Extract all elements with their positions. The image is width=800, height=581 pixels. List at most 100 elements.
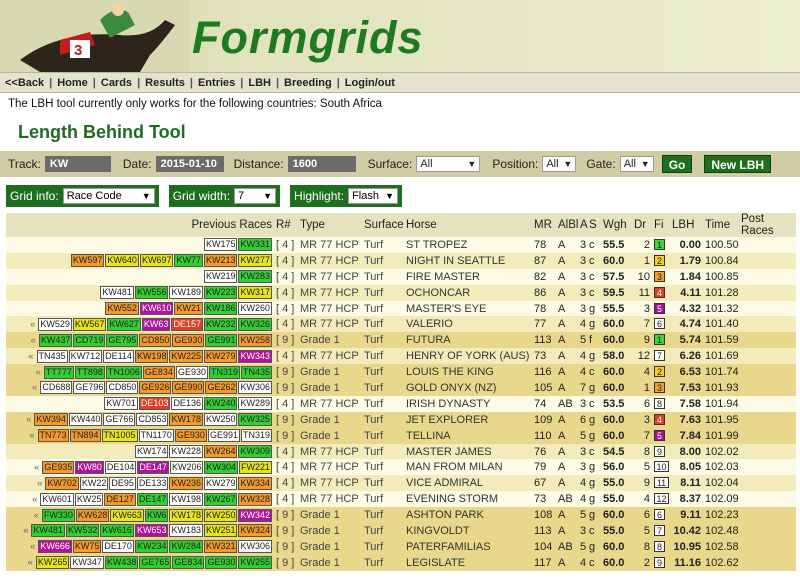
race-code-chip[interactable]: KW697 bbox=[139, 254, 174, 268]
table-row[interactable]: «FW330 KW628 KW663 KW6 KW178 KW250 KW342[ 9 ] G… bbox=[6, 507, 796, 524]
race-code-chip[interactable]: KW277 bbox=[238, 254, 272, 268]
table-row[interactable]: «TN773 TN894 TN1005 TN1170 GE930 GE991 TN319[ … bbox=[6, 427, 796, 444]
table-row[interactable]: «KW265 KW347 KW438 GE765 GE834 GE930 KW255[ 9 … bbox=[6, 554, 796, 571]
race-code-chip[interactable]: KW653 bbox=[134, 524, 169, 538]
race-code-chip[interactable]: GE765 bbox=[139, 556, 172, 570]
race-code-chip[interactable]: TT777 bbox=[43, 365, 74, 379]
race-code-chip[interactable]: KW627 bbox=[107, 317, 141, 331]
race-code-chip[interactable]: KW213 bbox=[203, 254, 238, 268]
horse-name[interactable]: ST TROPEZ bbox=[404, 237, 532, 253]
horse-name[interactable]: LEGISLATE bbox=[404, 554, 532, 571]
horse-name[interactable]: HENRY OF YORK (AUS) bbox=[404, 348, 532, 365]
more-races-icon[interactable]: « bbox=[29, 430, 34, 441]
race-code-chip[interactable]: DE114 bbox=[103, 349, 134, 363]
race-code-chip[interactable]: KW321 bbox=[203, 540, 238, 554]
column-header[interactable]: Surface bbox=[362, 213, 404, 237]
table-row[interactable]: «TT777 TT898 TN1006 GE834 GE930 TN319 TN435[ 9… bbox=[6, 364, 796, 381]
more-races-icon[interactable]: « bbox=[23, 525, 28, 536]
race-code-chip[interactable]: KW186 bbox=[203, 302, 238, 315]
table-row[interactable]: KW174 KW228 KW264 KW309[ 4 ] MR 77 HCP Turf MA… bbox=[6, 443, 796, 460]
race-code-chip[interactable]: TT898 bbox=[74, 365, 105, 379]
horse-name[interactable]: MASTER'S EYE bbox=[404, 300, 532, 317]
table-row[interactable]: KW175 KW331[ 4 ] MR 77 HCP Turf ST TROPEZ 78 A… bbox=[6, 237, 796, 253]
column-header[interactable]: Type bbox=[298, 213, 362, 237]
race-code-chip[interactable]: CD688 bbox=[40, 381, 73, 395]
race-code-chip[interactable]: KW567 bbox=[72, 317, 107, 331]
race-code-chip[interactable]: KW236 bbox=[169, 476, 203, 490]
more-races-icon[interactable]: « bbox=[28, 351, 33, 362]
table-row[interactable]: KW552 KW610 KW21 KW186 KW260[ 4 ] MR 77 HCP Tu… bbox=[6, 300, 796, 317]
table-row[interactable]: KW219 KW283[ 4 ] MR 77 HCP Turf FIRE MASTER 8… bbox=[6, 268, 796, 285]
table-row[interactable]: KW597 KW640 KW697 KW77 KW213 KW277[ 4 ] MR 77 … bbox=[6, 252, 796, 269]
column-header[interactable]: Horse bbox=[404, 213, 532, 237]
race-code-chip[interactable]: KW326 bbox=[238, 317, 272, 331]
column-header[interactable]: Previous Races bbox=[6, 213, 274, 237]
race-code-chip[interactable]: KW324 bbox=[238, 524, 272, 538]
race-code-chip[interactable]: KW394 bbox=[34, 413, 68, 427]
column-header[interactable]: Wgh bbox=[601, 213, 632, 237]
column-header[interactable]: Fi bbox=[652, 213, 670, 237]
column-header[interactable]: Post Races bbox=[739, 213, 796, 237]
race-code-chip[interactable]: KW616 bbox=[100, 524, 134, 538]
race-code-chip[interactable]: KW610 bbox=[139, 302, 174, 315]
table-row[interactable]: «CD688 GE796 CD850 GE926 GE990 GE262 KW306[ 9 … bbox=[6, 380, 796, 396]
race-code-chip[interactable]: DE95 bbox=[109, 476, 136, 490]
more-races-icon[interactable]: « bbox=[28, 557, 33, 568]
race-code-chip[interactable]: KW284 bbox=[169, 540, 203, 554]
race-code-chip[interactable]: GE926 bbox=[139, 381, 172, 395]
race-code-chip[interactable]: TN435 bbox=[36, 349, 68, 363]
race-code-chip[interactable]: KW250 bbox=[203, 508, 238, 522]
race-code-chip[interactable]: KW178 bbox=[169, 413, 203, 427]
horse-name[interactable]: VALERIO bbox=[404, 316, 532, 333]
race-code-chip[interactable]: TN1006 bbox=[105, 365, 142, 379]
race-code-chip[interactable]: KW597 bbox=[70, 254, 105, 268]
nav-link[interactable]: Entries bbox=[198, 77, 235, 89]
horse-name[interactable]: KINGVOLDT bbox=[404, 523, 532, 539]
go-button[interactable]: Go bbox=[661, 155, 693, 173]
horse-name[interactable]: EVENING STORM bbox=[404, 491, 532, 508]
horse-name[interactable]: GOLD ONYX (NZ) bbox=[404, 380, 532, 396]
horse-name[interactable]: TELLINA bbox=[404, 427, 532, 444]
column-header[interactable]: LBH bbox=[670, 213, 703, 237]
race-code-chip[interactable]: KW260 bbox=[238, 302, 272, 315]
race-code-chip[interactable]: GE834 bbox=[142, 365, 175, 379]
race-code-chip[interactable]: FW221 bbox=[238, 460, 272, 474]
race-code-chip[interactable]: CD719 bbox=[73, 333, 106, 347]
race-code-chip[interactable]: KW306 bbox=[238, 540, 272, 554]
race-code-chip[interactable]: KW178 bbox=[169, 508, 203, 522]
race-code-chip[interactable]: KW601 bbox=[40, 492, 74, 506]
race-code-chip[interactable]: KW628 bbox=[75, 508, 110, 522]
race-code-chip[interactable]: KW77 bbox=[174, 254, 203, 268]
race-code-chip[interactable]: KW481 bbox=[100, 286, 134, 300]
race-code-chip[interactable]: KW174 bbox=[134, 445, 169, 459]
date-field[interactable]: 2015-01-10 bbox=[155, 156, 224, 172]
race-code-chip[interactable]: GE990 bbox=[172, 381, 205, 395]
race-code-chip[interactable]: KW666 bbox=[38, 540, 72, 554]
horse-name[interactable]: FIRE MASTER bbox=[404, 268, 532, 285]
nav-link[interactable]: <<Back bbox=[5, 77, 44, 89]
race-code-chip[interactable]: KW6 bbox=[144, 508, 169, 522]
race-code-chip[interactable]: KW198 bbox=[134, 349, 169, 363]
column-header[interactable]: Time bbox=[703, 213, 739, 237]
more-races-icon[interactable]: « bbox=[30, 319, 35, 330]
race-code-chip[interactable]: KW75 bbox=[72, 540, 102, 554]
race-code-chip[interactable]: KW223 bbox=[203, 286, 238, 300]
race-code-chip[interactable]: KW264 bbox=[203, 445, 238, 459]
horse-name[interactable]: JET EXPLORER bbox=[404, 411, 532, 428]
race-code-chip[interactable]: DE103 bbox=[138, 397, 171, 411]
race-code-chip[interactable]: KW279 bbox=[203, 476, 238, 490]
column-header[interactable]: R# bbox=[274, 213, 298, 237]
race-code-chip[interactable]: KW552 bbox=[105, 302, 139, 315]
race-code-chip[interactable]: CD850 bbox=[139, 333, 172, 347]
race-code-chip[interactable]: KW267 bbox=[203, 492, 238, 506]
race-code-chip[interactable]: KW21 bbox=[174, 302, 203, 315]
race-code-chip[interactable]: GE930 bbox=[205, 556, 238, 570]
race-code-chip[interactable]: KW225 bbox=[169, 349, 203, 363]
race-code-chip[interactable]: TN1005 bbox=[101, 429, 138, 443]
more-races-icon[interactable]: « bbox=[37, 478, 42, 489]
nav-link[interactable]: LBH bbox=[248, 77, 271, 89]
race-code-chip[interactable]: KW556 bbox=[134, 286, 169, 300]
race-code-chip[interactable]: TN319 bbox=[240, 429, 272, 443]
position-select[interactable]: All ▼ bbox=[542, 156, 577, 172]
race-code-chip[interactable]: DE147 bbox=[137, 460, 169, 474]
